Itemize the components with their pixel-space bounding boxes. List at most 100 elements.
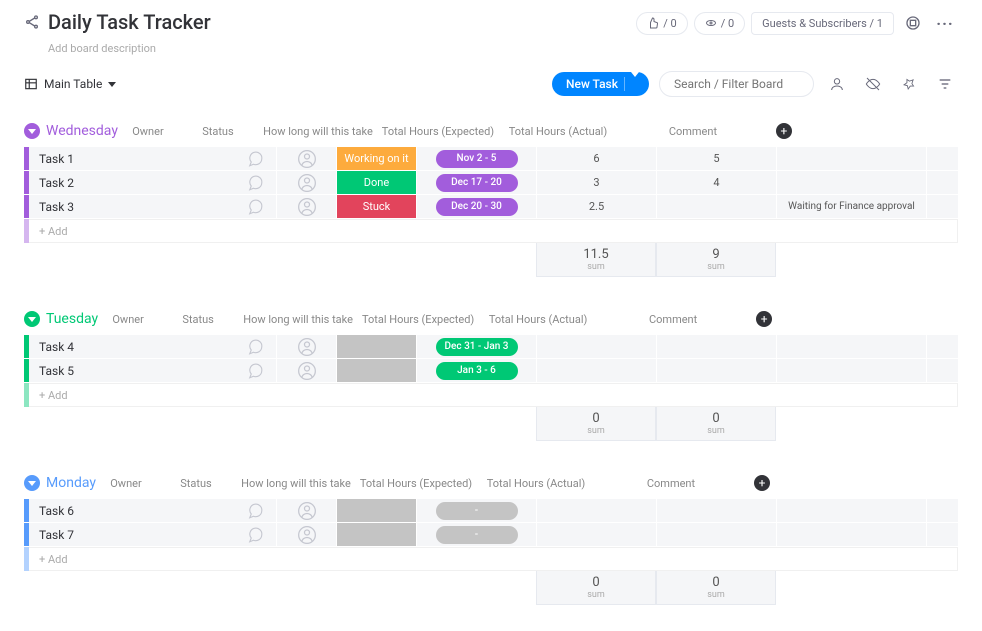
group-collapse-toggle[interactable] [24,475,40,491]
task-name-cell[interactable]: Task 7 [29,523,234,546]
table-row[interactable]: Task 7 - [24,523,958,547]
timeline-cell[interactable]: Dec 31 - Jan 3 [416,335,536,358]
task-name-cell[interactable]: Task 5 [29,359,234,382]
col-header-comment[interactable]: Comment [596,467,746,499]
actual-cell[interactable] [656,335,776,358]
col-header-expected[interactable]: Total Hours (Expected) [356,467,476,499]
add-row[interactable]: + Add [24,547,958,571]
expected-cell[interactable]: 6 [536,147,656,170]
col-header-actual[interactable]: Total Hours (Actual) [476,467,596,499]
timeline-cell[interactable]: Nov 2 - 5 [416,147,536,170]
share-icon[interactable] [24,14,40,30]
activity-pill-b[interactable]: / 0 [694,12,745,35]
status-cell[interactable]: Working on it [336,147,416,170]
owner-cell[interactable] [276,359,336,382]
task-name-cell[interactable]: Task 2 [29,171,234,194]
actual-cell[interactable] [656,523,776,546]
actual-cell[interactable]: 5 [656,147,776,170]
timeline-cell[interactable]: - [416,499,536,522]
add-row[interactable]: + Add [24,219,958,243]
col-header-comment[interactable]: Comment [618,115,768,147]
status-cell[interactable]: Stuck [336,195,416,218]
add-column-button[interactable]: + [748,303,780,335]
status-cell[interactable]: Done [336,171,416,194]
table-row[interactable]: Task 2 Done Dec 17 - 20 3 4 [24,171,958,195]
expected-cell[interactable]: 2.5 [536,195,656,218]
actual-cell[interactable]: 4 [656,171,776,194]
comment-cell[interactable] [776,147,926,170]
table-row[interactable]: Task 3 Stuck Dec 20 - 30 2.5 Waiting for… [24,195,958,219]
expected-cell[interactable]: 3 [536,171,656,194]
task-name-cell[interactable]: Task 1 [29,147,234,170]
comment-cell[interactable]: Waiting for Finance approval [776,195,926,218]
timeline-cell[interactable]: Dec 17 - 20 [416,171,536,194]
more-icon[interactable]: ··· [932,10,958,36]
filter-icon[interactable] [932,71,958,97]
col-header-timeline[interactable]: How long will this take [236,467,356,499]
owner-cell[interactable] [276,147,336,170]
task-name-cell[interactable]: Task 3 [29,195,234,218]
group-collapse-toggle[interactable] [24,311,40,327]
col-header-status[interactable]: Status [178,115,258,147]
expected-cell[interactable] [536,335,656,358]
board-description[interactable]: Add board description [0,40,982,65]
chat-icon[interactable] [234,523,276,546]
table-row[interactable]: Task 4 Dec 31 - Jan 3 [24,335,958,359]
table-row[interactable]: Task 1 Working on it Nov 2 - 5 6 5 [24,147,958,171]
owner-cell[interactable] [276,499,336,522]
members-button[interactable]: Guests & Subscribers / 1 [751,12,894,35]
add-column-button[interactable]: + [768,115,800,147]
col-header-status[interactable]: Status [156,467,236,499]
new-task-button[interactable]: New Task [552,72,649,96]
group-name[interactable]: Tuesday [46,311,98,327]
group-name[interactable]: Wednesday [46,123,118,139]
person-filter-icon[interactable] [824,71,850,97]
pin-icon[interactable] [896,71,922,97]
board-title[interactable]: Daily Task Tracker [48,10,211,34]
table-row[interactable]: Task 5 Jan 3 - 6 [24,359,958,383]
task-name-cell[interactable]: Task 6 [29,499,234,522]
comment-cell[interactable] [776,335,926,358]
chat-icon[interactable] [234,147,276,170]
add-row[interactable]: + Add [24,383,958,407]
task-name-cell[interactable]: Task 4 [29,335,234,358]
owner-cell[interactable] [276,171,336,194]
comment-cell[interactable] [776,499,926,522]
view-selector[interactable]: Main Table [24,77,116,91]
col-header-owner[interactable]: Owner [118,115,178,147]
col-header-expected[interactable]: Total Hours (Expected) [358,303,478,335]
search-input[interactable] [659,71,814,97]
actual-cell[interactable] [656,359,776,382]
col-header-owner[interactable]: Owner [98,303,158,335]
add-column-button[interactable]: + [746,467,778,499]
comment-cell[interactable] [776,359,926,382]
expected-cell[interactable] [536,359,656,382]
table-row[interactable]: Task 6 - [24,499,958,523]
chat-icon[interactable] [234,499,276,522]
status-cell[interactable] [336,499,416,522]
group-name[interactable]: Monday [46,475,96,491]
expected-cell[interactable] [536,523,656,546]
timeline-cell[interactable]: - [416,523,536,546]
chevron-down-icon[interactable] [624,77,639,91]
col-header-owner[interactable]: Owner [96,467,156,499]
col-header-timeline[interactable]: How long will this take [238,303,358,335]
col-header-comment[interactable]: Comment [598,303,748,335]
integrations-icon[interactable] [900,10,926,36]
activity-pill-a[interactable]: / 0 [636,12,687,35]
chat-icon[interactable] [234,195,276,218]
group-collapse-toggle[interactable] [24,123,40,139]
hide-icon[interactable] [860,71,886,97]
comment-cell[interactable] [776,523,926,546]
col-header-actual[interactable]: Total Hours (Actual) [478,303,598,335]
timeline-cell[interactable]: Dec 20 - 30 [416,195,536,218]
owner-cell[interactable] [276,523,336,546]
actual-cell[interactable] [656,195,776,218]
status-cell[interactable] [336,359,416,382]
col-header-actual[interactable]: Total Hours (Actual) [498,115,618,147]
expected-cell[interactable] [536,499,656,522]
actual-cell[interactable] [656,499,776,522]
col-header-expected[interactable]: Total Hours (Expected) [378,115,498,147]
timeline-cell[interactable]: Jan 3 - 6 [416,359,536,382]
col-header-status[interactable]: Status [158,303,238,335]
